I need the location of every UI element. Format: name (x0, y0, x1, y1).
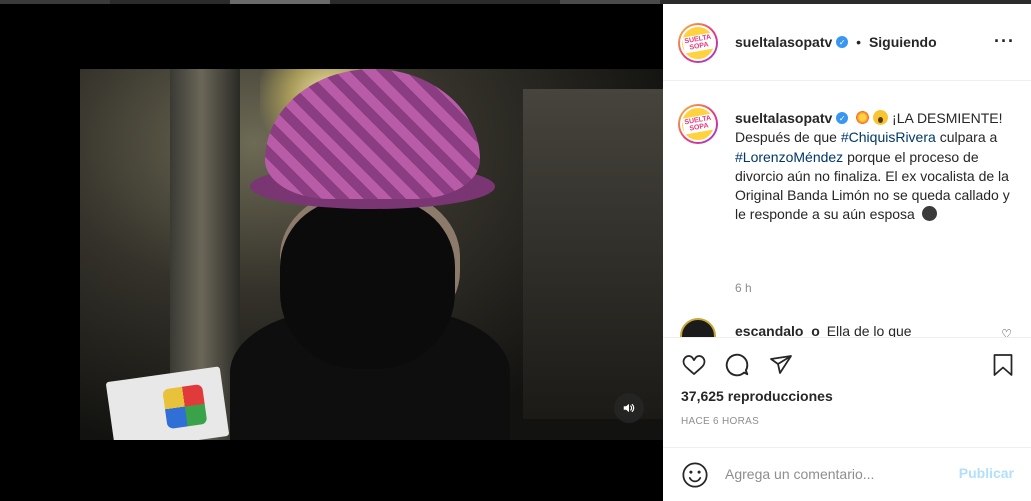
video-scene-wall (523, 89, 663, 419)
emoji-picker-button[interactable] (681, 461, 709, 489)
comment-like-button[interactable]: ♡ (1001, 327, 1012, 337)
post-caption: sueltalasopatv ✓ ¡LA DESMIENTE! Después d… (735, 109, 1017, 225)
share-button[interactable] (766, 350, 796, 380)
post-side-panel: SUELTA SOPA sueltalasopatv ✓ • Siguiendo ·… (663, 4, 1031, 501)
save-button[interactable] (988, 350, 1018, 380)
post-timestamp[interactable]: HACE 6 HORAS (681, 416, 759, 427)
header-line: sueltalasopatv ✓ • Siguiendo (735, 34, 937, 50)
header-separator: • (856, 34, 862, 50)
avatar[interactable]: SUELTA SOPA (678, 23, 718, 63)
bomb-emoji-icon (921, 206, 937, 222)
view-count[interactable]: 37,625 reproducciones (681, 388, 833, 404)
brand-logo-icon: SUELTA SOPA (682, 113, 714, 135)
avatar-image: SUELTA SOPA (680, 25, 716, 61)
verified-badge-icon: ✓ (836, 36, 849, 49)
smiley-icon (682, 462, 708, 488)
video-frame[interactable] (80, 69, 663, 440)
scream-emoji-icon (873, 110, 889, 125)
comment-button[interactable] (722, 350, 752, 380)
video-scene-mask (280, 199, 455, 369)
brand-logo-icon: SUELTA SOPA (682, 32, 714, 54)
univision-logo-icon (162, 383, 208, 430)
speaker-icon (623, 403, 635, 413)
avatar[interactable] (680, 318, 716, 337)
more-options-button[interactable]: ··· (994, 31, 1015, 51)
collision-emoji-icon (855, 110, 871, 125)
avatar-image: SUELTA SOPA (680, 106, 716, 142)
add-comment-bar: Publicar (663, 447, 1031, 501)
comments-area[interactable]: SUELTA SOPA sueltalasopatv ✓ ¡LA DESMIENTE… (663, 82, 1031, 337)
caption-text: culpara a (939, 129, 998, 146)
comment-text: Ella de lo que (826, 323, 912, 337)
avatar[interactable]: SUELTA SOPA (678, 104, 718, 144)
post-comment-button[interactable]: Publicar (959, 465, 1014, 481)
heart-icon: ♡ (1001, 327, 1012, 337)
verified-badge-icon: ✓ (836, 112, 849, 125)
following-button[interactable]: Siguiendo (869, 34, 937, 50)
paper-plane-icon (770, 355, 792, 374)
comment-icon (725, 353, 749, 377)
comment-item: escandalo_o Ella de lo que (735, 323, 912, 337)
post-actions: 37,625 reproducciones HACE 6 HORAS (663, 337, 1031, 447)
post-header: SUELTA SOPA sueltalasopatv ✓ • Siguiendo ·… (663, 4, 1031, 81)
heart-icon (682, 355, 706, 375)
caption-timestamp[interactable]: 6 h (735, 281, 752, 295)
sound-toggle-button[interactable] (614, 393, 644, 423)
hashtag-link[interactable]: #LorenzoMéndez (735, 149, 843, 165)
video-scene-folder (105, 366, 230, 440)
comment-input[interactable] (725, 463, 945, 485)
bookmark-icon (993, 354, 1013, 376)
caption-username[interactable]: sueltalasopatv (735, 110, 832, 126)
more-horizontal-icon: ··· (994, 31, 1015, 51)
comment-username[interactable]: escandalo_o (735, 323, 820, 337)
like-button[interactable] (679, 350, 709, 380)
video-player[interactable] (0, 4, 663, 501)
hashtag-link[interactable]: #ChiquisRivera (841, 129, 936, 145)
header-username[interactable]: sueltalasopatv (735, 34, 832, 50)
